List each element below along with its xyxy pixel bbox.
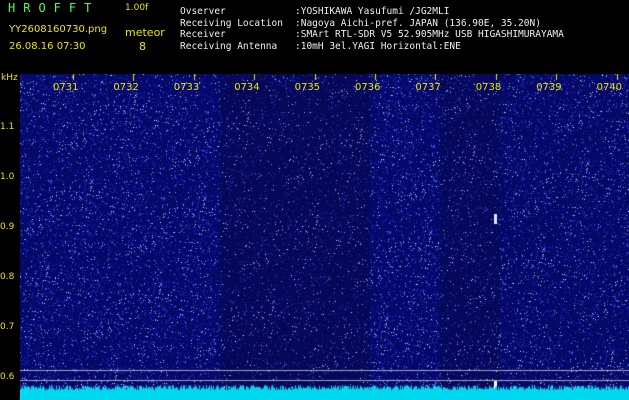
time-tick-label: 0736 xyxy=(355,82,381,93)
header-panel: HROFFT 1.00f YY2608160730.png 26.08.16 0… xyxy=(0,0,629,72)
meteor-count: 8 xyxy=(139,40,146,53)
info-row-observer: Ovserver :YOSHIKAWA Yasufumi /JG2MLI xyxy=(180,6,564,18)
time-tick-label: 0733 xyxy=(173,82,200,93)
y-tick-label: 0.8 xyxy=(0,272,15,282)
info-key: Receiver xyxy=(180,29,226,40)
image-filename: YY2608160730.png xyxy=(9,24,108,35)
y-tick-label: 1.1 xyxy=(0,122,15,132)
meteor-label: meteor xyxy=(125,26,165,39)
station-info: Ovserver :YOSHIKAWA Yasufumi /JG2MLI Rece… xyxy=(180,6,564,52)
time-tick-label: 0732 xyxy=(113,82,139,93)
app-logo: HROFFT xyxy=(8,1,100,15)
app-version: 1.00f xyxy=(125,3,149,13)
time-tick-label: 0735 xyxy=(294,82,321,93)
info-value: :YOSHIKAWA Yasufumi /JG2MLI xyxy=(295,6,450,17)
waterfall-spectrogram xyxy=(20,74,629,400)
info-value: :SMArt RTL-SDR V5 52.905MHz USB HIGASHIM… xyxy=(295,29,564,40)
image-datetime: 26.08.16 07:30 xyxy=(9,41,86,52)
info-key: Receiving Antenna xyxy=(180,40,278,52)
time-tick-label: 0731 xyxy=(53,82,79,93)
frequency-unit-label: kHz xyxy=(1,73,18,83)
info-key: Ovserver xyxy=(180,6,226,17)
y-tick-label: 0.9 xyxy=(0,222,15,232)
time-tick-label: 0740 xyxy=(596,82,623,93)
time-tick-label: 0738 xyxy=(475,82,502,93)
info-row-location: Receiving Location :Nagoya Aichi-pref. JA… xyxy=(180,18,564,30)
info-row-receiver: Receiver :SMArt RTL-SDR V5 52.905MHz USB … xyxy=(180,29,564,41)
info-row-antenna: Receiving Antenna :10mH 3el.YAGI Horizont… xyxy=(180,41,564,53)
info-key: Receiving Location xyxy=(180,17,283,29)
time-tick-label: 0734 xyxy=(234,82,260,93)
info-value: :Nagoya Aichi-pref. JAPAN (136.90E, 35.2… xyxy=(295,17,541,29)
y-tick-label: 0.6 xyxy=(0,372,15,382)
time-tick-label: 0739 xyxy=(536,82,562,93)
time-tick-label: 0737 xyxy=(415,82,441,93)
y-tick-label: 1.0 xyxy=(0,172,15,182)
y-tick-label: 0.7 xyxy=(0,322,15,332)
info-value: :10mH 3el.YAGI Horizontal:ENE xyxy=(295,40,461,52)
